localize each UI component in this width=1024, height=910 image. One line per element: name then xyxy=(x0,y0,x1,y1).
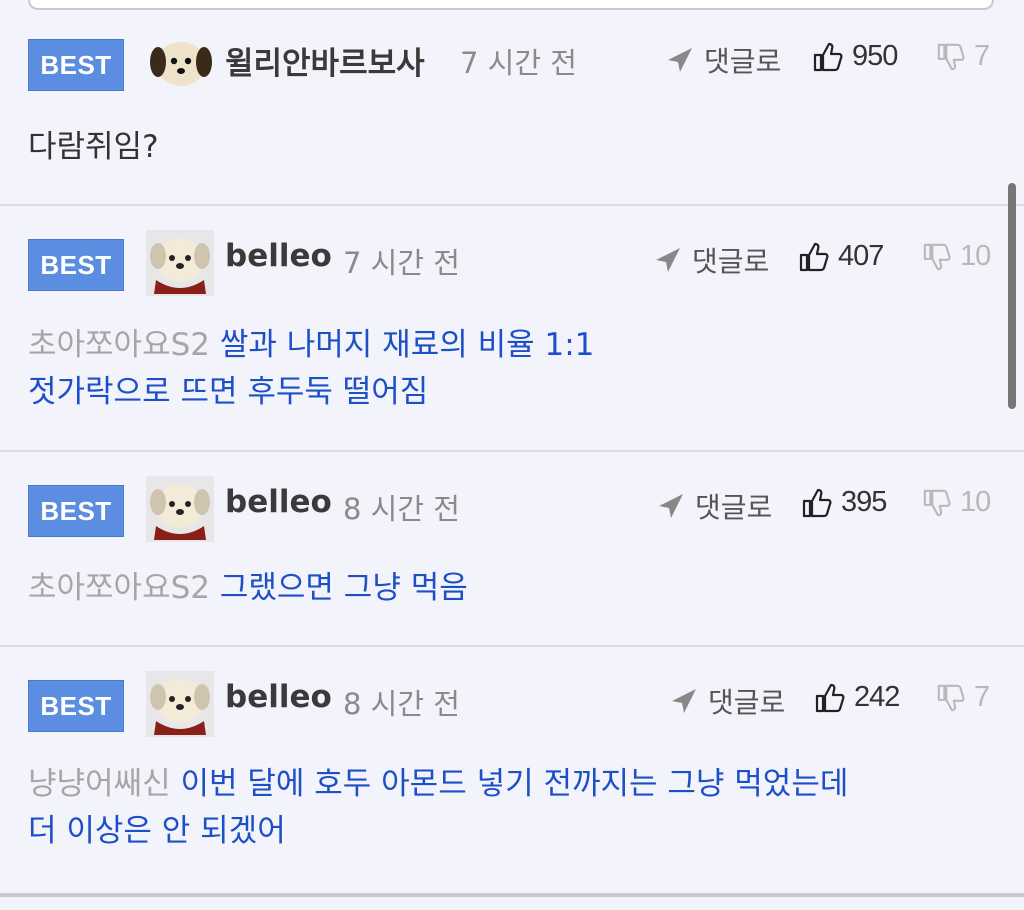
comment-text: 다람쥐임? xyxy=(28,129,159,165)
comment-4: BEST belleo 8 시간 전 댓글로 242 7 냥냥어쌔신 이번 달에… xyxy=(0,645,1024,895)
username[interactable]: belleo xyxy=(225,484,332,520)
user-avatar-icon[interactable] xyxy=(146,671,214,737)
comment-line: 젓가락으로 뜨면 후두둑 떨어짐 xyxy=(28,374,429,410)
like-button[interactable]: 242 xyxy=(814,681,900,714)
comment-line: 그랬으면 그냥 먹음 xyxy=(219,570,468,606)
like-count: 407 xyxy=(838,240,884,272)
username[interactable]: 윌리안바르보사 xyxy=(225,38,425,83)
like-button[interactable]: 407 xyxy=(798,240,884,273)
mention-username[interactable]: 냥냥어쌔신 xyxy=(28,766,171,802)
reply-label: 댓글로 xyxy=(704,45,782,78)
thumbs-down-icon xyxy=(937,43,965,70)
reply-arrow-icon xyxy=(659,494,683,518)
thumbs-down-icon xyxy=(923,489,951,516)
thumbs-up-icon xyxy=(799,242,829,271)
reply-arrow-icon xyxy=(668,48,692,72)
comment-line: 이번 달에 호두 아몬드 넣기 전까지는 그냥 먹었는데 xyxy=(180,766,849,802)
thumbs-down-icon xyxy=(923,243,951,270)
comment-header: BEST belleo 7 시간 전 댓글로 407 10 xyxy=(0,230,1024,296)
dislike-count: 7 xyxy=(974,681,990,713)
dislike-count: 10 xyxy=(960,486,991,518)
best-badge: BEST xyxy=(28,680,124,732)
like-count: 950 xyxy=(852,40,898,72)
best-badge: BEST xyxy=(28,485,124,537)
dislike-button[interactable]: 7 xyxy=(936,40,990,73)
best-badge: BEST xyxy=(28,239,124,291)
like-count: 395 xyxy=(841,486,887,518)
thumbs-up-icon xyxy=(815,683,845,712)
comment-line: 더 이상은 안 되겠어 xyxy=(28,813,286,849)
reply-label: 댓글로 xyxy=(692,245,770,278)
user-avatar-icon[interactable] xyxy=(146,476,214,542)
reply-arrow-icon xyxy=(656,248,680,272)
comment-2: BEST belleo 7 시간 전 댓글로 407 10 초아쪼아요S2 쌀과… xyxy=(0,204,1024,451)
reply-arrow-icon xyxy=(672,689,696,713)
comment-text: 초아쪼아요S2 그랬으면 그냥 먹음 xyxy=(28,565,468,612)
user-avatar-icon[interactable] xyxy=(150,34,212,92)
comment-line: 쌀과 나머지 재료의 비율 1:1 xyxy=(219,327,595,363)
mention-username[interactable]: 초아쪼아요S2 xyxy=(28,327,210,363)
comment-header: BEST 윌리안바르보사 7 시간 전 댓글로 950 7 xyxy=(0,30,1024,92)
comment-header: BEST belleo 8 시간 전 댓글로 242 7 xyxy=(0,671,1024,737)
comment-1: BEST 윌리안바르보사 7 시간 전 댓글로 950 7 다람쥐임? xyxy=(0,0,1024,205)
comment-text: 초아쪼아요S2 쌀과 나머지 재료의 비율 1:1 젓가락으로 뜨면 후두둑 떨… xyxy=(28,322,594,416)
thumbs-up-icon xyxy=(802,488,832,517)
comment-3: BEST belleo 8 시간 전 댓글로 395 10 초아쪼아요S2 그랬… xyxy=(0,450,1024,646)
dislike-button[interactable]: 10 xyxy=(922,486,991,519)
timestamp: 7 시간 전 xyxy=(343,246,460,280)
timestamp: 8 시간 전 xyxy=(343,687,460,721)
reply-button[interactable]: 댓글로 xyxy=(670,681,785,721)
like-button[interactable]: 950 xyxy=(812,40,898,73)
divider xyxy=(0,893,1024,897)
timestamp: 8 시간 전 xyxy=(343,492,460,526)
timestamp: 7 시간 전 xyxy=(460,46,577,80)
user-avatar-icon[interactable] xyxy=(146,230,214,296)
reply-button[interactable]: 댓글로 xyxy=(666,40,781,80)
dislike-button[interactable]: 7 xyxy=(936,681,990,714)
mention-username[interactable]: 초아쪼아요S2 xyxy=(28,570,210,606)
comment-text: 냥냥어쌔신 이번 달에 호두 아몬드 넣기 전까지는 그냥 먹었는데 더 이상은… xyxy=(28,761,848,855)
reply-button[interactable]: 댓글로 xyxy=(654,240,769,280)
reply-label: 댓글로 xyxy=(695,491,773,524)
like-button[interactable]: 395 xyxy=(801,486,887,519)
vertical-scrollbar[interactable] xyxy=(1008,183,1016,409)
like-count: 242 xyxy=(854,681,900,713)
dislike-count: 7 xyxy=(974,40,990,72)
reply-button[interactable]: 댓글로 xyxy=(657,486,772,526)
thumbs-down-icon xyxy=(937,684,965,711)
best-badge: BEST xyxy=(28,39,124,91)
username[interactable]: belleo xyxy=(225,679,332,715)
dislike-button[interactable]: 10 xyxy=(922,240,991,273)
username[interactable]: belleo xyxy=(225,238,332,274)
comment-header: BEST belleo 8 시간 전 댓글로 395 10 xyxy=(0,476,1024,542)
dislike-count: 10 xyxy=(960,240,991,272)
reply-label: 댓글로 xyxy=(708,686,786,719)
thumbs-up-icon xyxy=(813,42,843,71)
